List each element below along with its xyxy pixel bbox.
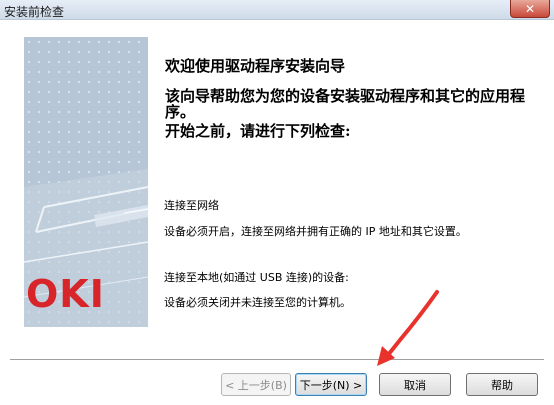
wizard-body: OKI 欢迎使用驱动程序安装向导 该向导帮助您为您的设备安装驱动程序和其它的应用… (0, 20, 554, 405)
network-title: 连接至网络 (164, 199, 219, 212)
help-button[interactable]: 帮助 (466, 373, 538, 396)
purpose-heading: 该向导帮助您为您的设备安装驱动程序和其它的应用程序。 (165, 87, 526, 121)
back-button[interactable]: < 上一步(B) (221, 373, 291, 396)
button-divider (10, 359, 544, 361)
close-button[interactable]: ✕ (510, 0, 550, 18)
local-description: 设备必须关闭并未连接至您的计算机。 (164, 296, 351, 309)
cancel-button[interactable]: 取消 (379, 373, 451, 396)
side-banner: OKI (24, 37, 148, 327)
local-title: 连接至本地(如通过 USB 连接)的设备: (164, 271, 349, 284)
window-title: 安装前检查 (4, 5, 65, 19)
title-bar: 安装前检查 ✕ (0, 0, 554, 20)
welcome-heading: 欢迎使用驱动程序安装向导 (165, 57, 346, 75)
oki-logo: OKI (26, 272, 105, 316)
check-heading: 开始之前，请进行下列检查: (165, 122, 351, 140)
network-description: 设备必须开启，连接至网络并拥有正确的 IP 地址和其它设置。 (164, 225, 467, 238)
close-icon: ✕ (524, 1, 536, 16)
next-button[interactable]: 下一步(N) > (295, 373, 367, 396)
